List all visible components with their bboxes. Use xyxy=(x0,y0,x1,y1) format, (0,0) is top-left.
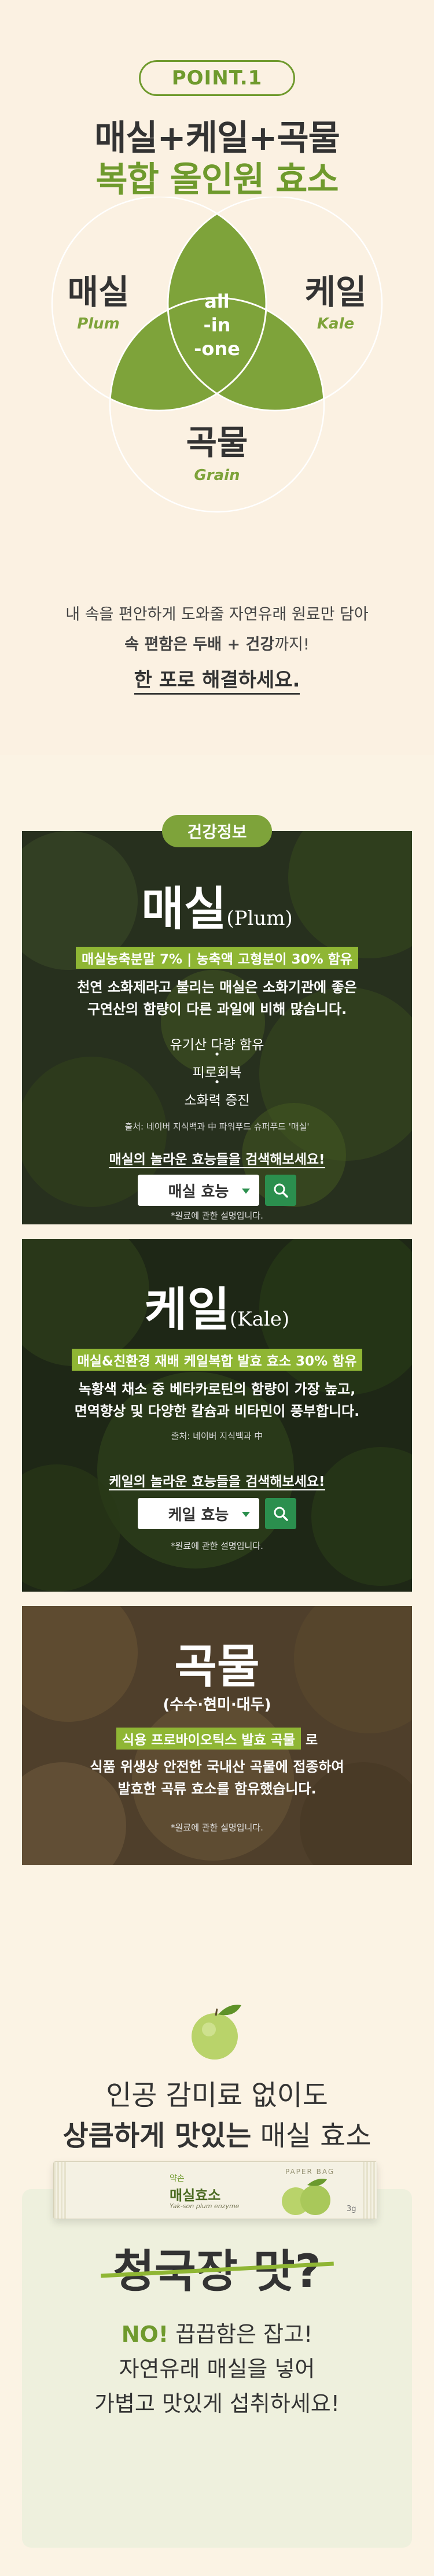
grain-card: 곡물 (수수·현미·대두) 식용 프로바이오틱스 발효 곡물 로 식품 위생상 … xyxy=(22,1606,412,1865)
pack-name: 매실효소 xyxy=(170,2187,221,2204)
venn-kale-ko: 케일 xyxy=(305,272,367,312)
kale-title-ko: 케일 xyxy=(144,1283,230,1337)
strike-row: 청국장 맛? xyxy=(0,2235,434,2300)
plum-highlight: 매실농축분말 7% | 농축액 고형분이 30% 함유 xyxy=(76,947,358,969)
grain-desc1: 식품 위생상 안전한 국내산 곡물에 접종하여 xyxy=(90,1759,344,1775)
plum-search-keyword: 매실 효능 xyxy=(168,1183,229,1201)
strike-wrap: 청국장 맛? xyxy=(100,2235,334,2300)
dropdown-arrow-icon xyxy=(242,1512,250,1517)
kale-desc2: 면역향상 및 다양한 칼슘과 비타민이 풍부합니다. xyxy=(74,1403,360,1419)
taste-line2-bold: 상큼하게 맛있는 xyxy=(62,2120,252,2152)
plum-search-button[interactable] xyxy=(265,1175,296,1206)
taste-msg3: 가볍고 맛있게 섭취하세요! xyxy=(94,2391,340,2416)
plum-list3: 소화력 증진 xyxy=(184,1093,250,1108)
venn-plum-en: Plum xyxy=(77,315,120,333)
pack-small: 약손 xyxy=(170,2174,185,2183)
point-desc-line3-text: 한 포로 해결하세요. xyxy=(134,669,300,695)
pack-en: Yak-son plum enzyme xyxy=(170,2202,240,2210)
kale-search-button[interactable] xyxy=(265,1498,296,1529)
grain-highlight-after: 로 xyxy=(300,1733,318,1748)
point-desc-line2-rest: 까지! xyxy=(274,636,310,654)
plum-title-en: (Plum) xyxy=(226,907,293,930)
taste-line2-rest: 매실 효소 xyxy=(251,2120,372,2152)
kale-card: 케일(Kale) 매실&친환경 재배 케일복합 발효 효소 30% 함유 녹황색… xyxy=(22,1239,412,1592)
plum-fruit-icon xyxy=(192,2005,241,2060)
kale-search-bar: 케일 효능 xyxy=(22,1498,412,1529)
plum-note: *원료에 관한 설명입니다. xyxy=(171,1211,263,1221)
point-desc-line2-bold: 속 편함은 두배 + 건강 xyxy=(124,636,275,654)
venn-center-2: -in xyxy=(203,314,230,336)
pack-brand: PAPER BAG xyxy=(285,2168,335,2176)
venn-center-1: all xyxy=(204,290,230,312)
plum-list-dot2: • xyxy=(214,1076,220,1088)
plum-search-text-row: 매실의 놀라운 효능들을 검색해보세요! xyxy=(22,1148,412,1168)
taste-line1: 인공 감미료 없이도 xyxy=(106,2079,328,2112)
venn-grain-ko: 곡물 xyxy=(186,423,248,462)
grain-subtitle: (수수·현미·대두) xyxy=(163,1696,271,1714)
plum-highlight-row: 매실농축분말 7% | 농축액 고형분이 30% 함유 xyxy=(22,947,412,969)
plum-title-ko: 매실 xyxy=(141,882,227,936)
point-title-line2: 복합 올인원 효소 xyxy=(95,160,339,200)
kale-search-text-row: 케일의 놀라운 효능들을 검색해보세요! xyxy=(22,1470,412,1490)
kale-title: 케일(Kale) xyxy=(22,1272,412,1339)
kale-search-keyword: 케일 효능 xyxy=(168,1506,229,1524)
grain-desc2: 발효한 곡류 효소를 함유했습니다. xyxy=(117,1781,317,1797)
taste-no: NO! xyxy=(121,2322,169,2347)
taste-no-rest: 끕끕함은 잡고! xyxy=(168,2322,313,2347)
point-desc-line2: 속 편함은 두배 + 건강까지! xyxy=(0,632,434,654)
venn-plum-ko: 매실 xyxy=(68,272,130,312)
point-desc-line3: 한 포로 해결하세요. xyxy=(0,664,434,695)
health-tag: 건강정보 xyxy=(162,815,272,847)
point-desc-line1: 내 속을 편안하게 도와줄 자연유래 원료만 담아 xyxy=(65,606,369,623)
venn-diagram: 매실 Plum 케일 Kale 곡물 Grain all -in -one xyxy=(51,197,383,513)
grain-note: *원료에 관한 설명입니다. xyxy=(171,1822,263,1833)
venn-kale-en: Kale xyxy=(317,315,354,333)
plum-card: 매실(Plum) 매실농축분말 7% | 농축액 고형분이 30% 함유 천연 … xyxy=(22,831,412,1224)
plum-desc1: 천연 소화제라고 불리는 매실은 소화기관에 좋은 xyxy=(77,979,357,995)
kale-title-en: (Kale) xyxy=(230,1308,290,1331)
taste-line2: 상큼하게 맛있는 매실 효소 xyxy=(0,2113,434,2153)
stick-seal-right xyxy=(363,2162,377,2219)
point-badge: POINT.1 xyxy=(139,60,295,96)
kale-note: *원료에 관한 설명입니다. xyxy=(171,1541,263,1551)
health-section: 건강정보 매실(Plum) 매실농축분말 7% | 농축액 고형분이 30% 함… xyxy=(0,755,434,1946)
dropdown-arrow-icon xyxy=(242,1189,250,1194)
grain-highlight: 식용 프로바이오틱스 발효 곡물 xyxy=(116,1728,301,1750)
plum-desc2: 구연산의 함량이 다른 과일에 비해 많습니다. xyxy=(87,1001,347,1017)
search-icon xyxy=(274,1507,288,1521)
taste-msg1: NO! 끕끕함은 잡고! xyxy=(0,2316,434,2348)
venn-center-3: -one xyxy=(194,338,240,360)
plum-search-bar: 매실 효능 xyxy=(22,1175,412,1206)
taste-msg2: 자연유래 매실을 넣어 xyxy=(119,2356,315,2382)
grain-title: 곡물 xyxy=(174,1640,260,1693)
kale-search-text: 케일의 놀라운 효능들을 검색해보세요! xyxy=(109,1474,325,1490)
product-stick: 약손 매실효소 Yak-son plum enzyme PAPER BAG 3g xyxy=(53,2161,377,2219)
kale-highlight-row: 매실&친환경 재배 케일복합 발효 효소 30% 함유 xyxy=(22,1349,412,1371)
taste-section: 인공 감미료 없이도 상큼하게 맛있는 매실 효소 약손 매실효소 Yak-so… xyxy=(0,1946,434,2576)
pack-weight: 3g xyxy=(347,2205,356,2213)
plum-list-dot1: • xyxy=(214,1049,220,1061)
kale-source: 출처: 네이버 지식백과 中 xyxy=(171,1431,263,1441)
plum-search-text: 매실의 놀라운 효능들을 검색해보세요! xyxy=(109,1152,325,1168)
kale-desc1: 녹황색 채소 중 베타카로틴의 함량이 가장 높고, xyxy=(78,1381,356,1397)
grain-highlight-row: 식용 프로바이오틱스 발효 곡물 로 xyxy=(22,1728,412,1750)
plum-title: 매실(Plum) xyxy=(22,872,412,939)
kale-highlight: 매실&친환경 재배 케일복합 발효 효소 30% 함유 xyxy=(71,1349,363,1371)
point-section: POINT.1 매실+케일+곡물 복합 올인원 효소 매실 Plum 케일 Ka… xyxy=(0,0,434,755)
plum-search-select[interactable]: 매실 효능 xyxy=(138,1175,259,1206)
kale-search-select[interactable]: 케일 효능 xyxy=(138,1498,259,1529)
search-icon xyxy=(274,1183,288,1198)
venn-grain-en: Grain xyxy=(194,467,240,484)
pack-plum-illustration xyxy=(282,2179,330,2215)
stick-seal-left xyxy=(54,2162,68,2219)
plum-source: 출처: 네이버 지식백과 中 파워푸드 슈퍼푸드 '매실' xyxy=(124,1121,310,1132)
